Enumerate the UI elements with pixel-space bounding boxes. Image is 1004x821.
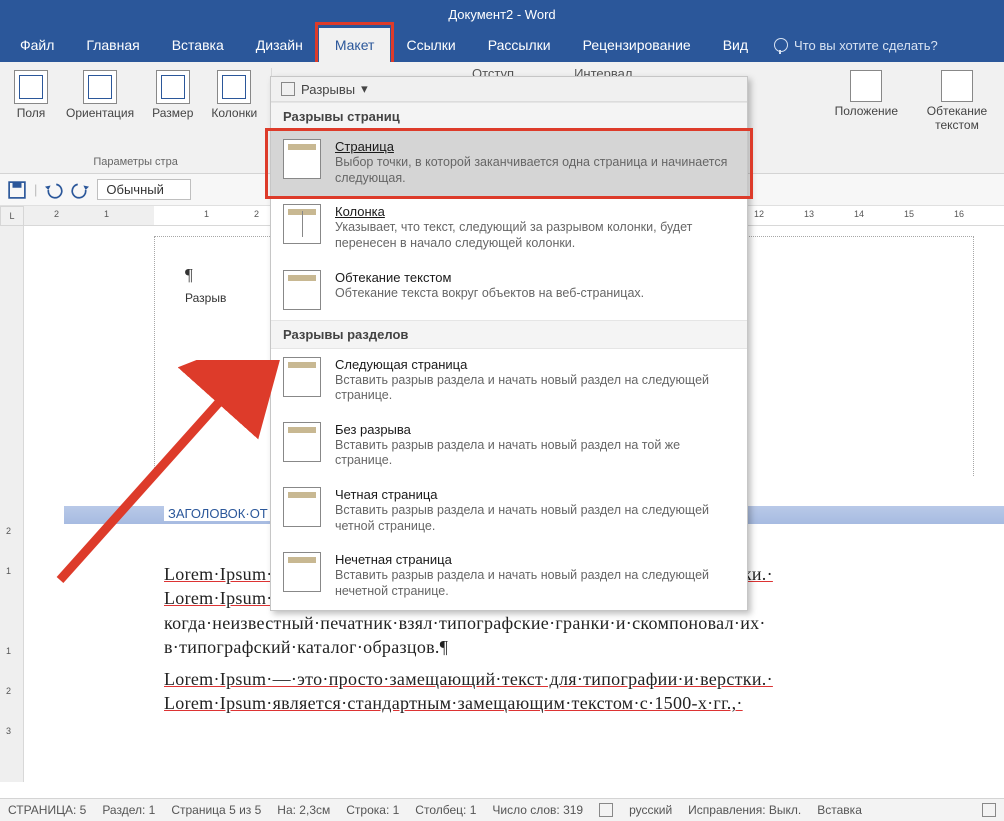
section-section-breaks: Разрывы разделов (271, 320, 747, 349)
columns-button[interactable]: Колонки (207, 68, 261, 122)
style-selector[interactable]: Обычный (97, 179, 190, 200)
vertical-ruler[interactable]: 2 1 1 2 3 (0, 226, 24, 782)
wrap-break-icon (283, 270, 321, 310)
columns-icon (217, 70, 251, 104)
break-text-wrapping[interactable]: Обтекание текстом Обтекание текста вокру… (271, 262, 747, 320)
status-page-of[interactable]: Страница 5 из 5 (171, 803, 261, 817)
tab-mailings[interactable]: Рассылки (472, 28, 567, 62)
qat-separator: | (34, 182, 37, 197)
orientation-button[interactable]: Ориентация (62, 68, 138, 122)
page-break-icon (283, 139, 321, 179)
status-section[interactable]: Раздел: 1 (102, 803, 155, 817)
tell-me-search[interactable]: Что вы хотите сделать? (774, 28, 938, 62)
tab-file[interactable]: Файл (4, 28, 70, 62)
break-continuous[interactable]: Без разрыва Вставить разрыв раздела и на… (271, 414, 747, 479)
status-words[interactable]: Число слов: 319 (492, 803, 583, 817)
status-column[interactable]: Столбец: 1 (415, 803, 476, 817)
wrap-button[interactable]: Обтекание текстом (920, 68, 994, 134)
tab-view[interactable]: Вид (707, 28, 764, 62)
ribbon-tabs: Файл Главная Вставка Дизайн Макет Ссылки… (0, 28, 1004, 62)
position-icon (850, 70, 882, 102)
even-page-icon (283, 487, 321, 527)
margins-icon (14, 70, 48, 104)
break-even-page[interactable]: Четная страница Вставить разрыв раздела … (271, 479, 747, 544)
next-page-icon (283, 357, 321, 397)
status-page[interactable]: СТРАНИЦА: 5 (8, 803, 86, 817)
redo-icon[interactable] (71, 181, 89, 199)
break-odd-page[interactable]: Нечетная страница Вставить разрыв раздел… (271, 544, 747, 609)
wrap-icon (941, 70, 973, 102)
tab-home[interactable]: Главная (70, 28, 155, 62)
status-line[interactable]: Строка: 1 (346, 803, 399, 817)
tab-layout[interactable]: Макет (319, 28, 391, 62)
size-icon (156, 70, 190, 104)
macros-icon[interactable] (982, 803, 996, 817)
titlebar: Документ2 - Word (0, 0, 1004, 28)
tab-design[interactable]: Дизайн (240, 28, 319, 62)
break-next-page[interactable]: Следующая страница Вставить разрыв разде… (271, 349, 747, 414)
status-insert-mode[interactable]: Вставка (817, 803, 862, 817)
window-title: Документ2 - Word (448, 7, 555, 22)
lightbulb-icon (774, 38, 788, 52)
chevron-down-icon: ▾ (361, 81, 368, 97)
save-icon[interactable] (8, 181, 26, 199)
tab-insert[interactable]: Вставка (156, 28, 240, 62)
status-at[interactable]: На: 2,3см (277, 803, 330, 817)
undo-icon[interactable] (45, 181, 63, 199)
break-column[interactable]: Колонка Указывает, что текст, следующий … (271, 196, 747, 261)
tab-references[interactable]: Ссылки (390, 28, 471, 62)
tab-review[interactable]: Рецензирование (567, 28, 707, 62)
break-page[interactable]: Страница Выбор точки, в которой заканчив… (271, 131, 747, 196)
section-page-breaks: Разрывы страниц (271, 102, 747, 131)
group-caption-page-setup: Параметры стра (93, 156, 177, 168)
breaks-dropdown: Разрывы ▾ Разрывы страниц Страница Выбор… (270, 76, 748, 611)
breaks-button[interactable]: Разрывы ▾ (271, 77, 747, 102)
orientation-icon (83, 70, 117, 104)
spellcheck-icon[interactable] (599, 803, 613, 817)
continuous-icon (283, 422, 321, 462)
column-break-icon (283, 204, 321, 244)
ribbon-group-page-setup: Поля Ориентация Размер Колонки Параметры… (0, 68, 272, 173)
position-button[interactable]: Положение (831, 68, 902, 134)
status-bar: СТРАНИЦА: 5 Раздел: 1 Страница 5 из 5 На… (0, 798, 1004, 821)
margins-button[interactable]: Поля (10, 68, 52, 122)
breaks-icon (281, 82, 295, 96)
heading-text: ЗАГОЛОВОК·ОТ (164, 506, 272, 521)
odd-page-icon (283, 552, 321, 592)
tab-selector[interactable]: L (0, 206, 24, 226)
status-track-changes[interactable]: Исправления: Выкл. (688, 803, 801, 817)
size-button[interactable]: Размер (148, 68, 197, 122)
status-language[interactable]: русский (629, 803, 672, 817)
